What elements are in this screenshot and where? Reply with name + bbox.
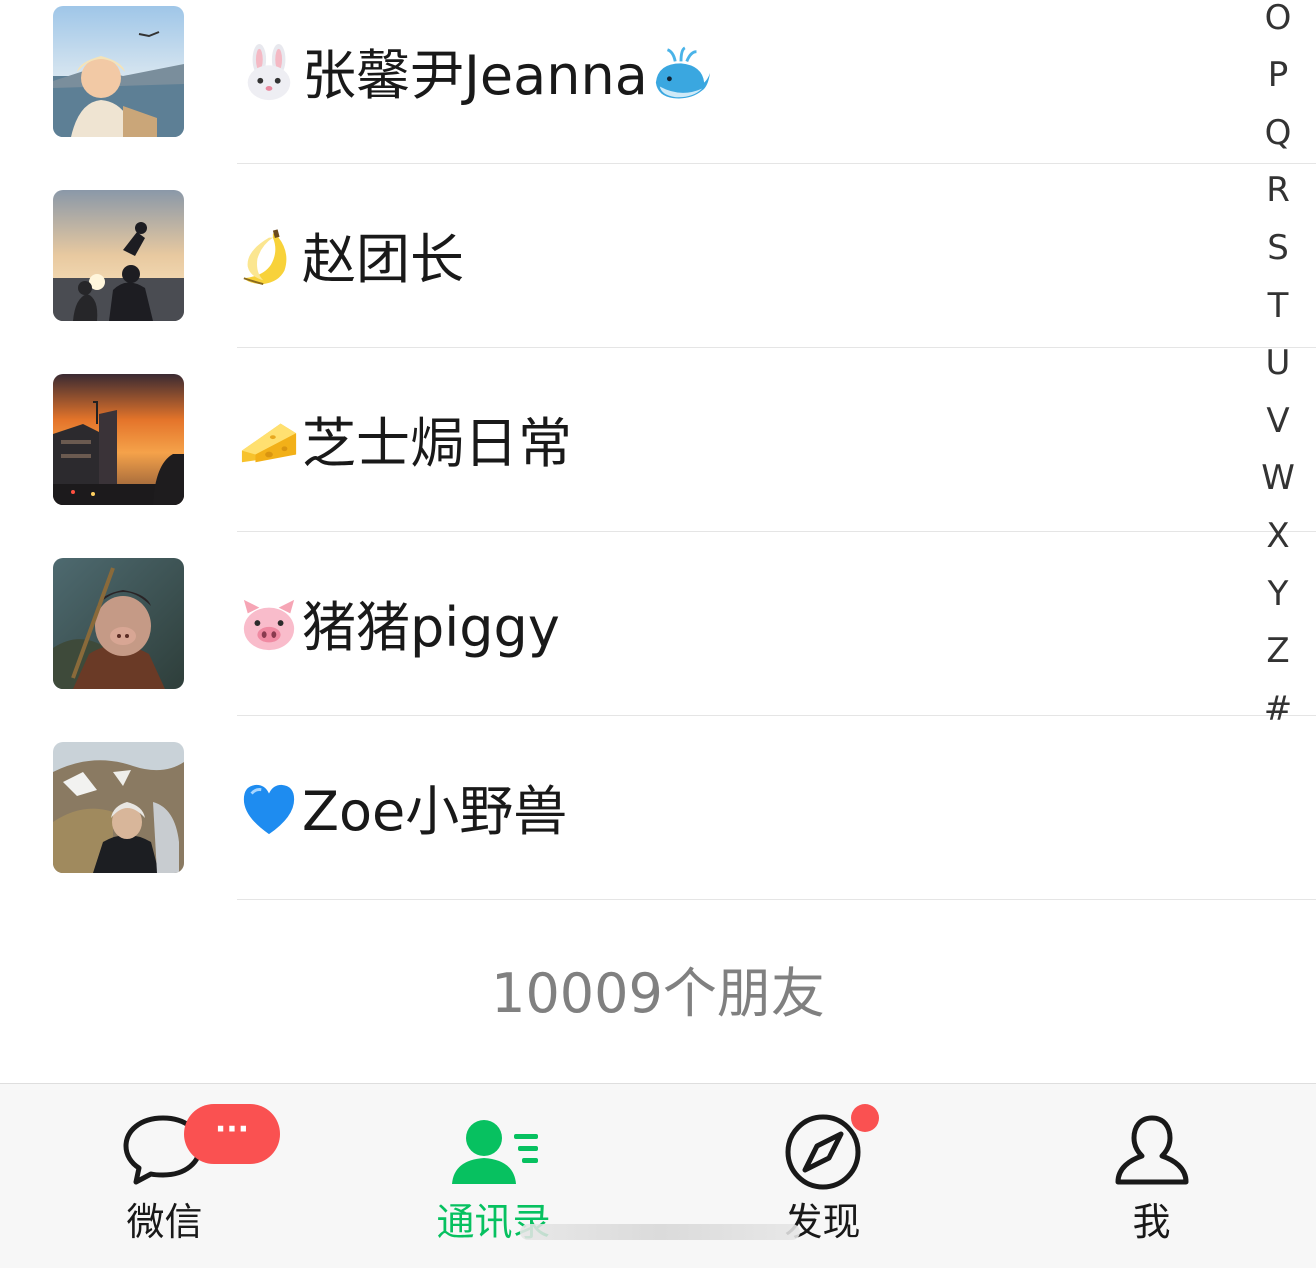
- avatar-photo-mountain: [53, 742, 184, 873]
- tab-contacts[interactable]: 通讯录: [329, 1084, 658, 1268]
- row-divider: [237, 531, 1316, 532]
- contact-name: 猪猪piggy: [240, 596, 560, 658]
- unread-badge: ···: [184, 1104, 280, 1164]
- index-letter[interactable]: S: [1250, 228, 1306, 268]
- contact-name: Zoe小野兽: [240, 780, 567, 842]
- contact-row[interactable]: 猪猪piggy: [0, 552, 1316, 736]
- home-indicator[interactable]: [520, 1224, 800, 1240]
- friend-count: 10009个朋友: [491, 962, 825, 1025]
- avatar-photo-sunset: [53, 190, 184, 321]
- blue-heart-icon: [243, 784, 295, 835]
- index-letter[interactable]: X: [1250, 516, 1306, 556]
- row-divider: [237, 163, 1316, 164]
- index-letter[interactable]: Z: [1250, 631, 1306, 671]
- tab-icon-wrap: [987, 1112, 1316, 1192]
- contact-name-text: 芝士焗日常: [302, 412, 572, 475]
- avatar-photo-city-sunset: [53, 374, 184, 505]
- tab-me[interactable]: 我: [987, 1084, 1316, 1268]
- tab-icon-wrap: [329, 1112, 658, 1192]
- tab-label: 微信: [126, 1200, 203, 1244]
- index-letter[interactable]: U: [1250, 343, 1306, 383]
- index-letter[interactable]: W: [1250, 458, 1306, 498]
- avatar-photo-pigsy: [53, 558, 184, 689]
- avatar: [53, 742, 184, 873]
- person-icon: [1115, 1115, 1188, 1185]
- index-letter[interactable]: V: [1250, 401, 1306, 441]
- row-divider: [237, 899, 1316, 900]
- contacts-icon: [451, 1120, 538, 1184]
- tab-icon-wrap: [658, 1112, 987, 1192]
- discover-new-dot: [851, 1104, 879, 1132]
- avatar: [53, 6, 184, 137]
- banana-icon: [243, 229, 287, 286]
- index-letter[interactable]: Y: [1250, 574, 1306, 614]
- bottom-tab-bar: ··· 微信 通讯录 发现 我: [0, 1083, 1316, 1268]
- index-letter[interactable]: P: [1250, 55, 1306, 95]
- contact-name: 张馨尹Jeanna: [240, 44, 710, 106]
- tab-label: 我: [1132, 1200, 1171, 1244]
- spouting-whale-icon: [655, 46, 710, 99]
- avatar: [53, 374, 184, 505]
- row-divider: [237, 347, 1316, 348]
- avatar: [53, 558, 184, 689]
- tab-discover[interactable]: 发现: [658, 1084, 987, 1268]
- contact-name-text: 赵团长: [302, 228, 464, 291]
- avatar-photo-sea: [53, 6, 184, 137]
- contact-name-text: 张馨尹Jeanna: [302, 44, 648, 107]
- index-letter[interactable]: Q: [1250, 113, 1306, 153]
- index-letter[interactable]: T: [1250, 286, 1306, 326]
- tab-chats[interactable]: ··· 微信: [0, 1084, 329, 1268]
- contact-name: 芝士焗日常: [240, 412, 572, 474]
- avatar: [53, 190, 184, 321]
- contact-row[interactable]: Zoe小野兽: [0, 736, 1316, 920]
- contact-row[interactable]: 张馨尹Jeanna: [0, 0, 1316, 184]
- index-letter[interactable]: #: [1250, 689, 1306, 729]
- row-divider: [237, 715, 1316, 716]
- rabbit-face-icon: [247, 44, 291, 101]
- contact-row[interactable]: 芝士焗日常: [0, 368, 1316, 552]
- contact-name-text: Zoe小野兽: [302, 780, 568, 843]
- contact-name-text: 猪猪piggy: [302, 596, 560, 659]
- contact-name: 赵团长: [240, 228, 464, 290]
- index-letter[interactable]: R: [1250, 170, 1306, 210]
- tab-icon-wrap: [0, 1112, 329, 1192]
- contacts-screen: 张馨尹Jeanna 赵团长 芝士焗日常 猪猪piggy Zoe小野兽 O P Q…: [0, 0, 1316, 1268]
- pig-face-icon: [243, 599, 295, 651]
- cheese-wedge-icon: [241, 423, 297, 463]
- contact-row[interactable]: 赵团长: [0, 184, 1316, 368]
- index-letter[interactable]: O: [1250, 0, 1306, 38]
